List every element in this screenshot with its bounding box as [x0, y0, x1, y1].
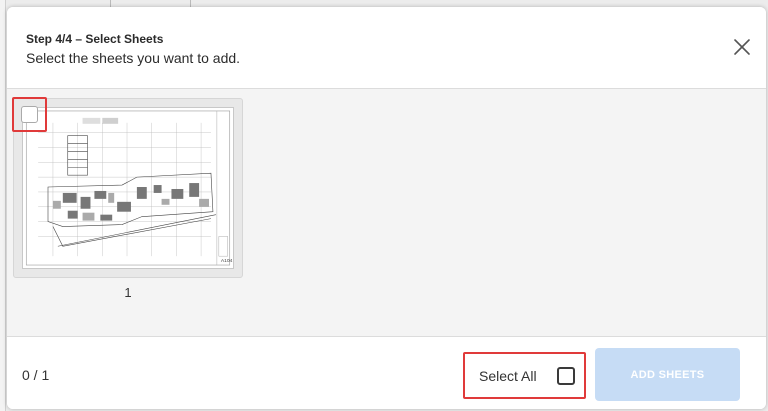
modal-header: Step 4/4 – Select Sheets Select the shee… — [7, 7, 766, 89]
select-all-highlight: Select All — [463, 352, 586, 399]
close-button[interactable] — [732, 37, 752, 57]
sheets-grid: A104 1 — [7, 89, 766, 336]
floor-plan-drawing: A104 — [25, 110, 233, 266]
step-title: Step 4/4 – Select Sheets — [26, 32, 164, 46]
modal-footer: 0 / 1 Select All ADD SHEETS — [7, 336, 766, 409]
select-all-checkbox[interactable] — [557, 367, 575, 385]
sheet-card[interactable]: A104 — [12, 97, 243, 278]
sheet-thumbnail: A104 — [22, 107, 234, 269]
select-sheets-modal: Step 4/4 – Select Sheets Select the shee… — [7, 7, 766, 409]
step-subtitle: Select the sheets you want to add. — [26, 50, 241, 66]
sheet-checkbox[interactable] — [21, 106, 38, 123]
sheet-number: A104 — [221, 258, 233, 264]
select-all-label[interactable]: Select All — [479, 368, 537, 384]
background-strip — [0, 0, 6, 411]
sheet-label: 1 — [124, 285, 132, 300]
close-icon — [734, 39, 750, 55]
add-sheets-button[interactable]: ADD SHEETS — [595, 348, 740, 401]
selection-counter: 0 / 1 — [22, 367, 50, 383]
